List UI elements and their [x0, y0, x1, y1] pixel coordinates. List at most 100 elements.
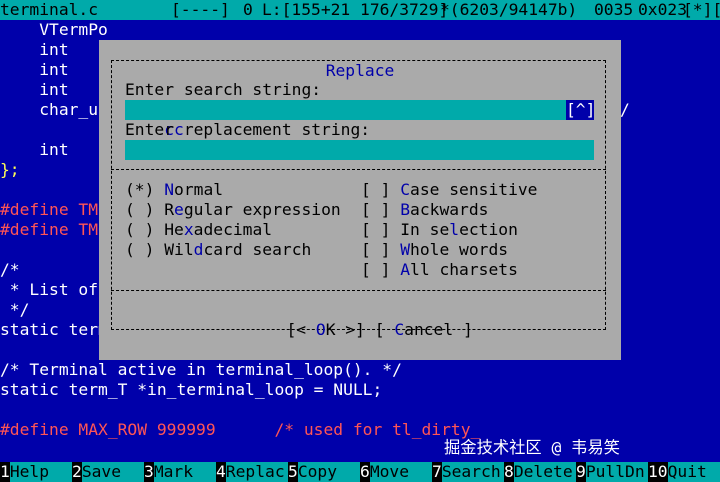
function-key-number: 8 — [504, 462, 514, 482]
code-line: int — [0, 80, 69, 99]
function-key-number: 6 — [360, 462, 370, 482]
code-line: static term — [0, 320, 108, 339]
opt-hotkey: d — [193, 240, 204, 259]
function-key-label: Help — [9, 462, 50, 481]
opt-label: gular expression — [183, 200, 341, 219]
function-key-3[interactable]: 3Mark — [144, 462, 216, 482]
function-key-number: 3 — [144, 462, 154, 482]
code-line: */ — [0, 300, 30, 319]
search-mode-radio[interactable]: (*) Normal — [125, 180, 223, 200]
opt-mark: [ ] — [361, 260, 391, 279]
opt-mark: (*) — [125, 180, 155, 199]
opt-label: In se — [400, 220, 450, 239]
function-key-2[interactable]: 2Save — [72, 462, 144, 482]
opt-label: ormal — [174, 180, 224, 199]
function-key-number: 10 — [648, 462, 668, 482]
opt-label: He — [164, 220, 184, 239]
search-history-button[interactable]: [^] — [566, 100, 595, 120]
buttons-separator — [111, 290, 606, 291]
opt-mark: [ ] — [361, 200, 391, 219]
code-line: /* Terminal active in terminal_loop(). *… — [0, 360, 402, 379]
search-option-checkbox[interactable]: [ ] Case sensitive — [361, 180, 537, 200]
options-separator — [111, 169, 606, 170]
opt-hotkey: N — [164, 180, 175, 199]
opt-label: ackwards — [410, 200, 489, 219]
search-option-checkbox[interactable]: [ ] Whole words — [361, 240, 508, 260]
function-key-number: 5 — [288, 462, 298, 482]
opt-hotkey: e — [174, 200, 184, 219]
function-key-label: Quit — [667, 462, 707, 481]
ok-button[interactable]: [< OK >] — [286, 320, 364, 339]
replace-label: Enter replacement string: — [125, 120, 371, 139]
opt-label: ase sensitive — [410, 180, 538, 199]
opt-label: ll charsets — [410, 260, 518, 279]
function-key-5[interactable]: 5Copy — [288, 462, 360, 482]
cancel-button[interactable]: [ Cancel ] — [375, 320, 473, 339]
code-line: char_u — [0, 100, 99, 119]
function-key-label: Delete — [513, 462, 573, 481]
opt-label: R — [164, 200, 175, 219]
opt-mark: [ ] — [361, 240, 391, 259]
code-line: #define TMO — [0, 200, 108, 219]
search-mode-radio[interactable]: ( ) Wildcard search — [125, 240, 311, 260]
function-key-7[interactable]: 7Search — [432, 462, 504, 482]
opt-mark: [ ] — [361, 220, 391, 239]
function-key-number: 7 — [432, 462, 442, 482]
replace-dialog: Replace Enter search string: cc [^] Ente… — [99, 40, 621, 360]
opt-mark: ( ) — [125, 200, 155, 219]
function-key-number: 9 — [576, 462, 586, 482]
function-key-bar: 1Help 2Save 3Mark 4Replac 5Copy 6Move 7Search 8… — [0, 462, 720, 482]
search-mode-radio[interactable]: ( ) Hexadecimal — [125, 220, 272, 240]
opt-label: card search — [203, 240, 312, 259]
opt-mark: ( ) — [125, 240, 155, 259]
code-line: /* — [0, 260, 20, 279]
opt-label: Wil — [164, 240, 194, 259]
function-key-number: 1 — [0, 462, 10, 482]
function-key-4[interactable]: 4Replac — [216, 462, 288, 482]
replace-input[interactable] — [125, 140, 594, 160]
opt-mark: [ ] — [361, 180, 391, 199]
code-line: #define TMO — [0, 220, 108, 239]
function-key-label: Save — [81, 462, 122, 481]
code-line: static term_T *in_terminal_loop = NULL; — [0, 380, 383, 399]
code-line: }; — [0, 160, 20, 179]
opt-hotkey: W — [400, 240, 411, 259]
opt-hotkey: A — [400, 260, 411, 279]
function-key-10[interactable]: 10Quit — [648, 462, 720, 482]
search-label: Enter search string: — [125, 80, 322, 99]
opt-label: ection — [459, 220, 518, 239]
function-key-8[interactable]: 8Delete — [504, 462, 576, 482]
search-input[interactable]: cc [^] — [125, 100, 595, 139]
search-mode-radio[interactable]: ( ) Regular expression — [125, 200, 341, 220]
opt-label: adecimal — [193, 220, 273, 239]
code-line: * List of — [0, 280, 99, 299]
function-key-6[interactable]: 6Move — [360, 462, 432, 482]
code-line: int — [0, 60, 69, 79]
code-line: #define MAX_ROW 999999 /* used for tl_di… — [0, 420, 481, 439]
search-option-checkbox[interactable]: [ ] In selection — [361, 220, 518, 240]
function-key-label: Replac — [225, 462, 285, 481]
function-key-label: PullDn — [585, 462, 645, 481]
function-key-label: Copy — [297, 462, 338, 481]
function-key-label: Search — [441, 462, 501, 481]
function-key-number: 4 — [216, 462, 226, 482]
function-key-number: 2 — [72, 462, 82, 482]
function-key-label: Mark — [153, 462, 194, 481]
code-line: int — [0, 140, 69, 159]
search-option-checkbox[interactable]: [ ] All charsets — [361, 260, 518, 280]
opt-label: hole words — [410, 240, 509, 259]
function-key-9[interactable]: 9PullDn — [576, 462, 648, 482]
opt-hotkey: B — [400, 200, 411, 219]
search-option-checkbox[interactable]: [ ] Backwards — [361, 200, 488, 220]
opt-hotkey: l — [449, 220, 460, 239]
opt-hotkey: x — [183, 220, 194, 239]
watermark: 掘金技术社区 @ 韦易笑 — [444, 438, 620, 457]
opt-hotkey: C — [400, 180, 411, 199]
function-key-label: Move — [369, 462, 410, 481]
dialog-title: Replace — [99, 61, 621, 81]
code-line: int — [0, 40, 69, 59]
function-key-1[interactable]: 1Help — [0, 462, 72, 482]
opt-mark: ( ) — [125, 220, 155, 239]
dialog-buttons: [< OK >] [ Cancel ] — [99, 300, 621, 360]
code-fragment: / — [620, 100, 630, 119]
